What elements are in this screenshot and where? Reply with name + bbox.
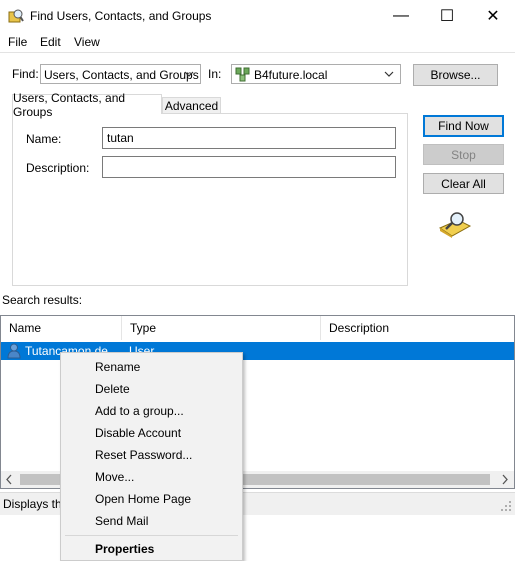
chevron-down-icon [384,71,394,77]
menu-file[interactable]: File [8,35,27,49]
find-label: Find: [12,67,39,81]
stop-button[interactable]: Stop [423,144,504,165]
ctx-move[interactable]: Move... [95,470,134,484]
arrow-right-icon[interactable] [500,474,510,488]
tab-advanced[interactable]: Advanced [162,97,221,114]
search-results-label: Search results: [2,293,83,307]
domain-icon [235,67,250,82]
name-label: Name: [26,132,62,146]
in-domain-select[interactable]: B4future.local [231,64,401,84]
menu-view[interactable]: View [74,35,100,49]
minimize-button[interactable]: — [378,0,424,32]
close-icon: ✕ [486,8,500,25]
ctx-disable-account[interactable]: Disable Account [95,426,181,440]
in-label: In: [208,67,222,81]
resize-grip-icon[interactable] [500,500,512,515]
find-now-button[interactable]: Find Now [423,115,504,137]
maximize-button[interactable]: ☐ [424,0,470,32]
column-header-type[interactable]: Type [122,316,321,340]
close-button[interactable]: ✕ [470,0,515,32]
window-title: Find Users, Contacts, and Groups [30,9,212,23]
context-menu-divider [65,535,238,536]
minimize-icon: — [393,7,409,24]
status-text: Displays th [3,497,62,511]
clear-all-button[interactable]: Clear All [423,173,504,194]
menu-bar: File Edit View [0,32,515,52]
name-field[interactable]: tutan [102,127,396,149]
ctx-send-mail[interactable]: Send Mail [95,514,148,528]
arrow-left-icon[interactable] [4,474,14,488]
ctx-open-home-page[interactable]: Open Home Page [95,492,191,506]
ctx-rename[interactable]: Rename [95,360,140,374]
column-header-name[interactable]: Name [1,316,122,340]
magnifier-folder-icon [438,210,472,241]
column-header-description[interactable]: Description [321,316,513,340]
ctx-properties[interactable]: Properties [95,542,154,556]
menu-edit[interactable]: Edit [40,35,61,49]
ctx-reset-password[interactable]: Reset Password... [95,448,192,462]
find-icon [8,8,24,24]
user-icon [7,343,21,362]
in-domain-value: B4future.local [254,68,328,82]
find-type-value: Users, Contacts, and Groups [44,68,199,82]
browse-button[interactable]: Browse... [413,64,498,86]
name-field-value: tutan [107,131,134,145]
context-menu: Rename Delete Add to a group... Disable … [60,352,243,561]
maximize-icon: ☐ [439,8,455,25]
tab-basic[interactable]: Users, Contacts, and Groups [12,91,162,119]
find-type-select[interactable]: Users, Contacts, and Groups [40,64,201,84]
menu-divider [0,52,515,53]
ctx-delete[interactable]: Delete [95,382,130,396]
ctx-add-to-group[interactable]: Add to a group... [95,404,184,418]
chevron-down-icon [184,71,194,77]
description-label: Description: [26,161,90,175]
description-field[interactable] [102,156,396,178]
